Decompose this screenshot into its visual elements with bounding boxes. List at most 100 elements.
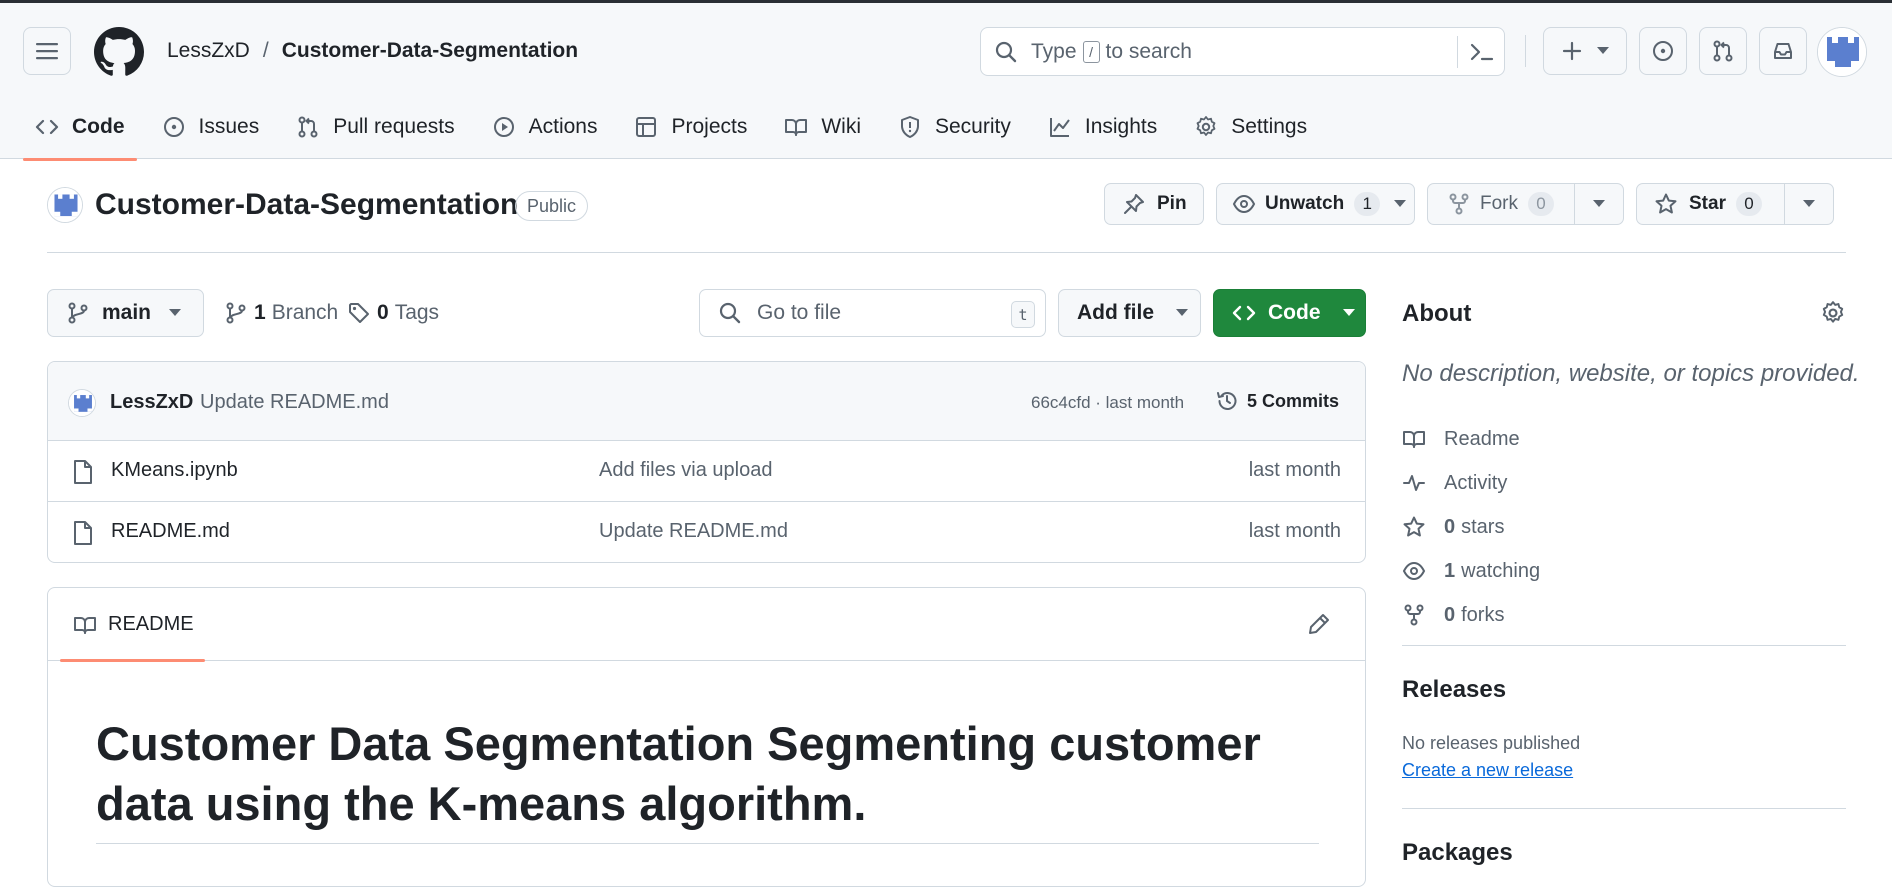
releases-title[interactable]: Releases	[1402, 676, 1506, 704]
star-label[interactable]: Star	[1689, 193, 1726, 215]
file-name-link[interactable]: README.md	[111, 520, 230, 543]
forks-label: forks	[1461, 603, 1505, 626]
file-commit-message[interactable]: Add files via upload	[599, 459, 772, 482]
commits-link[interactable]: 5 Commits	[1215, 389, 1339, 413]
watching-link[interactable]: 1 watching	[1402, 549, 1540, 593]
file-table: LessZxD Update README.md 66c4cfd · last …	[47, 361, 1366, 563]
readme-panel: README Customer Data Segmentation Segmen…	[47, 587, 1366, 887]
file-commit-time: last month	[1248, 520, 1341, 542]
pulse-icon	[1402, 471, 1426, 495]
tab-actions-label: Actions	[528, 115, 598, 138]
table-row: README.md Update README.md last month	[48, 502, 1365, 562]
unwatch-label: Unwatch	[1265, 193, 1345, 214]
search-divider	[1457, 36, 1458, 68]
pin-label: Pin	[1157, 193, 1187, 214]
readme-link-label: Readme	[1444, 427, 1520, 450]
book-icon	[72, 612, 98, 638]
latest-commit-row: LessZxD Update README.md 66c4cfd · last …	[48, 362, 1365, 441]
issues-header-button[interactable]	[1639, 27, 1687, 75]
about-list: Readme Activity 0 stars 1 watching 0 for…	[1402, 417, 1540, 637]
table-icon	[634, 115, 658, 139]
tab-pull-requests[interactable]: Pull requests	[284, 104, 466, 150]
code-button[interactable]: Code	[1213, 289, 1366, 337]
sidebar-divider	[1402, 808, 1846, 809]
activity-link[interactable]: Activity	[1402, 461, 1540, 505]
breadcrumb-owner-link[interactable]: LessZxD	[167, 39, 250, 63]
pencil-icon[interactable]	[1307, 612, 1331, 636]
unwatch-button[interactable]: Unwatch 1	[1216, 183, 1415, 225]
readme-tab[interactable]: README	[60, 588, 205, 662]
pull-request-icon	[296, 115, 320, 139]
play-icon	[492, 115, 516, 139]
tab-settings[interactable]: Settings	[1182, 104, 1319, 150]
branch-selector[interactable]: main	[47, 289, 204, 337]
tab-security[interactable]: Security	[886, 104, 1023, 150]
file-commit-message[interactable]: Update README.md	[599, 520, 788, 543]
watch-count: 1	[1354, 192, 1381, 216]
pull-requests-header-button[interactable]	[1699, 27, 1747, 75]
go-to-file-input[interactable]: Go to file t	[699, 289, 1046, 337]
chevron-down-icon	[1176, 309, 1188, 317]
commit-author-avatar[interactable]	[68, 389, 96, 417]
tag-icon	[347, 301, 371, 325]
issue-icon	[1651, 39, 1675, 63]
star-split-divider	[1784, 184, 1785, 224]
inbox-button[interactable]	[1759, 27, 1807, 75]
pin-icon	[1121, 191, 1147, 217]
chevron-down-icon[interactable]	[1593, 200, 1605, 208]
fork-count: 0	[1528, 192, 1554, 216]
tab-wiki[interactable]: Wiki	[772, 104, 873, 150]
chevron-down-icon[interactable]	[1803, 200, 1815, 208]
gear-icon[interactable]	[1820, 300, 1846, 326]
create-release-link[interactable]: Create a new release	[1402, 760, 1573, 781]
tab-code[interactable]: Code	[23, 104, 137, 161]
readme-heading: Customer Data Segmentation Segmenting cu…	[96, 717, 1261, 830]
file-icon	[72, 520, 94, 546]
chevron-down-icon	[1342, 309, 1355, 317]
commit-hash-time[interactable]: 66c4cfd · last month	[1031, 393, 1184, 413]
command-palette-icon[interactable]	[1465, 36, 1499, 68]
tab-code-label: Code	[72, 115, 125, 138]
github-logo-icon[interactable]	[94, 27, 144, 77]
add-file-label: Add file	[1077, 301, 1154, 324]
repo-title[interactable]: Customer-Data-Segmentation	[95, 188, 518, 222]
about-title: About	[1402, 300, 1472, 327]
repo-owner-avatar[interactable]	[47, 187, 83, 223]
search-input[interactable]: Type / to search	[980, 27, 1505, 76]
eye-icon	[1402, 559, 1426, 583]
chevron-down-icon	[169, 309, 182, 317]
readme-link[interactable]: Readme	[1402, 417, 1540, 461]
commit-author[interactable]: LessZxD	[110, 391, 193, 414]
fork-label[interactable]: Fork	[1480, 193, 1518, 215]
tab-actions[interactable]: Actions	[480, 104, 610, 150]
breadcrumb-repo-link[interactable]: Customer-Data-Segmentation	[282, 39, 578, 63]
add-file-button[interactable]: Add file	[1058, 289, 1201, 337]
menu-button[interactable]	[23, 27, 71, 75]
packages-title[interactable]: Packages	[1402, 839, 1513, 867]
tags-link[interactable]: 0 Tags	[347, 301, 439, 325]
user-avatar[interactable]	[1817, 27, 1867, 77]
file-name-link[interactable]: KMeans.ipynb	[111, 459, 238, 482]
branch-count-label: Branch	[271, 301, 339, 324]
breadcrumb-separator: /	[262, 39, 269, 62]
star-button-group: Star 0	[1636, 183, 1834, 225]
readme-heading-rule	[96, 843, 1319, 844]
branch-icon	[224, 301, 248, 325]
stars-link[interactable]: 0 stars	[1402, 505, 1540, 549]
branches-link[interactable]: 1 Branch	[224, 301, 338, 325]
book-icon	[1402, 427, 1426, 451]
create-new-button[interactable]	[1543, 27, 1627, 75]
pin-button[interactable]: Pin	[1104, 183, 1204, 225]
sidebar-divider	[1402, 645, 1846, 646]
commit-message[interactable]: Update README.md	[200, 391, 389, 414]
code-icon	[35, 115, 59, 139]
tab-insights[interactable]: Insights	[1036, 104, 1169, 150]
table-row: KMeans.ipynb Add files via upload last m…	[48, 441, 1365, 502]
chevron-down-icon	[1394, 200, 1407, 208]
visibility-badge: Public	[515, 191, 589, 221]
tab-projects[interactable]: Projects	[622, 104, 759, 150]
graph-icon	[1048, 115, 1072, 139]
forks-link[interactable]: 0 forks	[1402, 593, 1540, 637]
tab-issues[interactable]: Issues	[150, 104, 272, 150]
repo-nav-tabs: Code Issues Pull requests Actions Projec…	[23, 104, 1332, 162]
